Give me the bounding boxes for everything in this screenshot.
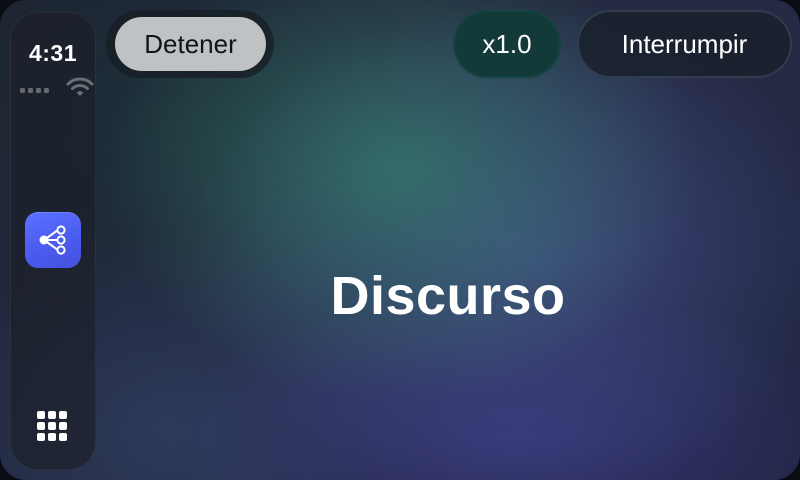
cellular-signal-icon: [20, 88, 49, 93]
status-time: 4:31: [28, 40, 78, 66]
wifi-icon: [66, 77, 94, 96]
page-title: Discurso: [330, 266, 566, 326]
interrupt-button[interactable]: Interrumpir: [577, 10, 792, 78]
side-dock: 4:31: [10, 12, 96, 470]
stop-button[interactable]: Detener: [115, 17, 266, 71]
app-grid-icon[interactable]: [37, 411, 69, 443]
share-nodes-icon: [39, 225, 66, 255]
carplay-screen: 4:31 Detener x1.0 Interrumpir Discurso: [0, 0, 800, 480]
status-indicators: [20, 76, 94, 98]
app-icon-share-nodes[interactable]: [25, 212, 81, 268]
playback-speed-button[interactable]: x1.0: [453, 10, 561, 78]
